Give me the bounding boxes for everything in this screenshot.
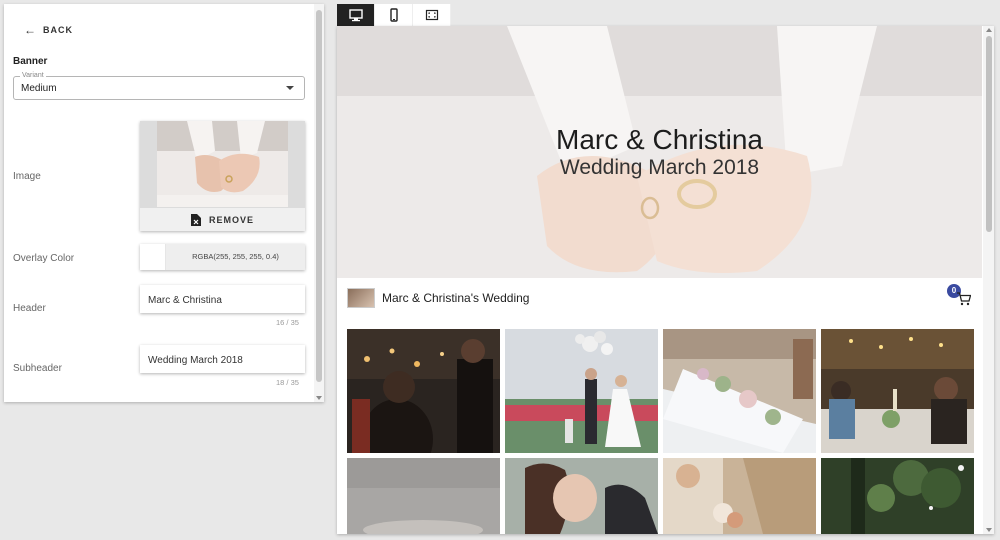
overlay-color-label: Overlay Color bbox=[13, 253, 75, 264]
scrollbar-thumb[interactable] bbox=[986, 36, 992, 232]
banner-title: Marc & Christina bbox=[556, 124, 763, 155]
desktop-icon bbox=[348, 9, 363, 22]
subheader-input[interactable]: Wedding March 2018 bbox=[140, 345, 305, 373]
chevron-down-icon bbox=[286, 86, 294, 90]
color-swatch[interactable] bbox=[140, 244, 166, 270]
desktop-view-button[interactable] bbox=[337, 4, 375, 26]
gallery-photo[interactable] bbox=[347, 458, 500, 534]
gallery-photo[interactable] bbox=[505, 329, 658, 453]
settings-panel: ← BACK Banner Variant Medium Image REMOV… bbox=[4, 4, 324, 402]
header-char-counter: 16 / 35 bbox=[276, 318, 299, 327]
mobile-view-button[interactable] bbox=[375, 4, 413, 26]
overlay-color-value: RGBA(255, 255, 255, 0.4) bbox=[166, 244, 305, 270]
fullscreen-view-button[interactable] bbox=[413, 4, 451, 26]
header-label: Header bbox=[13, 303, 46, 314]
back-button[interactable]: ← BACK bbox=[24, 23, 73, 37]
gallery-photo[interactable] bbox=[821, 458, 974, 534]
remove-image-button[interactable]: REMOVE bbox=[140, 208, 305, 231]
scroll-up-icon[interactable] bbox=[986, 28, 992, 32]
variant-label: Variant bbox=[20, 72, 46, 79]
avatar bbox=[347, 288, 375, 308]
site-preview: Marc & Christina Wedding March 2018 Marc… bbox=[337, 26, 994, 534]
mobile-icon bbox=[389, 8, 398, 22]
cart-button[interactable]: 0 bbox=[947, 284, 975, 308]
file-remove-icon bbox=[190, 213, 201, 226]
overlay-color-picker[interactable]: RGBA(255, 255, 255, 0.4) bbox=[140, 244, 305, 270]
banner-image-thumbnail[interactable] bbox=[157, 121, 288, 207]
gallery-photo[interactable] bbox=[347, 329, 500, 453]
section-title: Banner bbox=[13, 56, 48, 67]
image-picker: REMOVE bbox=[140, 121, 305, 231]
remove-label: REMOVE bbox=[208, 214, 254, 225]
site-header: Marc & Christina's Wedding bbox=[347, 288, 529, 308]
preview-scrollbar[interactable] bbox=[983, 26, 994, 534]
banner: Marc & Christina Wedding March 2018 bbox=[337, 26, 982, 278]
subheader-label: Subheader bbox=[13, 363, 62, 374]
header-input[interactable]: Marc & Christina bbox=[140, 285, 305, 313]
fullscreen-icon bbox=[425, 9, 438, 21]
site-name: Marc & Christina's Wedding bbox=[382, 291, 530, 305]
subheader-char-counter: 18 / 35 bbox=[276, 378, 299, 387]
shopping-cart-icon bbox=[957, 292, 971, 306]
variant-select[interactable]: Variant Medium bbox=[13, 72, 305, 100]
device-toolbar bbox=[337, 4, 451, 26]
scroll-down-icon[interactable] bbox=[986, 528, 992, 532]
variant-value: Medium bbox=[21, 83, 57, 94]
arrow-left-icon: ← bbox=[24, 23, 37, 37]
panel-scrollbar[interactable] bbox=[314, 4, 324, 402]
gallery-photo[interactable] bbox=[505, 458, 658, 534]
back-label: BACK bbox=[43, 25, 73, 35]
gallery-photo[interactable] bbox=[663, 458, 816, 534]
banner-subtitle: Wedding March 2018 bbox=[559, 156, 760, 179]
gallery-photo[interactable] bbox=[663, 329, 816, 453]
image-label: Image bbox=[13, 171, 41, 182]
scroll-down-icon[interactable] bbox=[316, 396, 322, 400]
scrollbar-thumb[interactable] bbox=[316, 10, 322, 382]
gallery-photo[interactable] bbox=[821, 329, 974, 453]
